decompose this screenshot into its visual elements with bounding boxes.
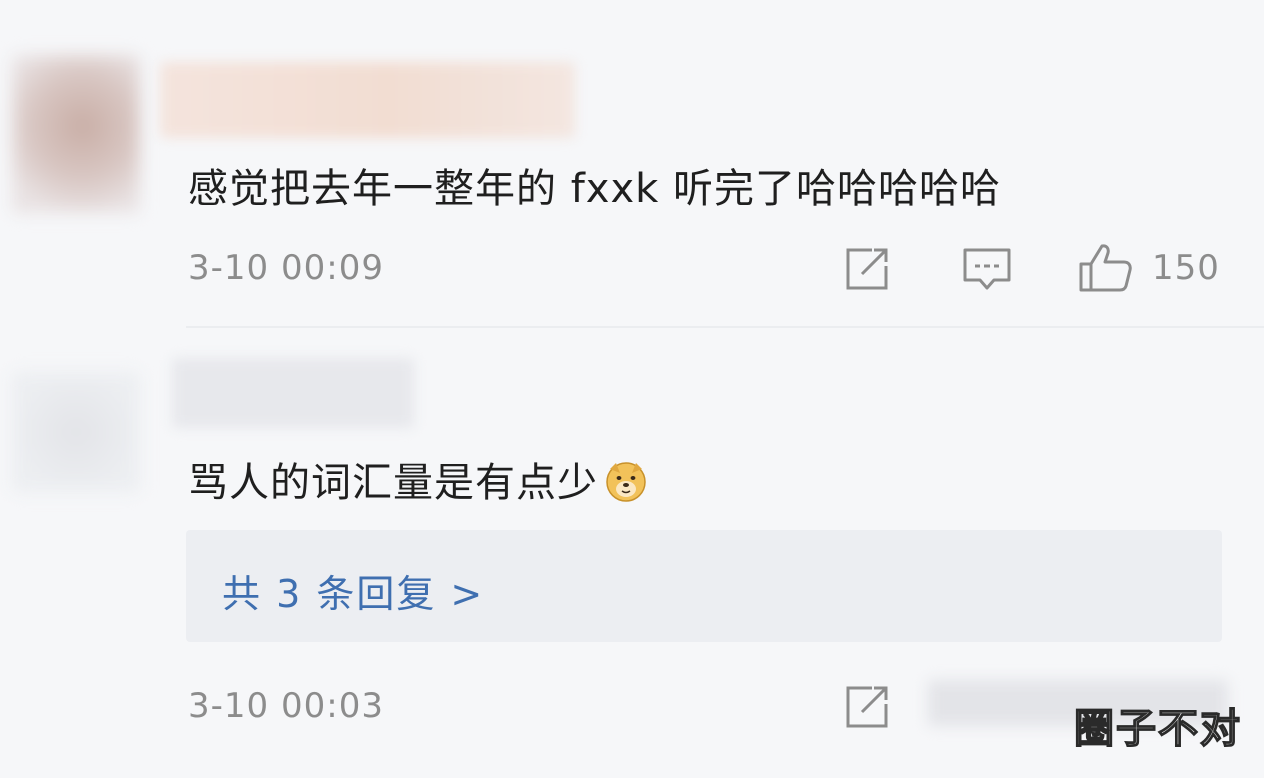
comment-text: 骂人的词汇量是有点少 [188,450,648,508]
avatar[interactable] [12,372,140,492]
comment-text-content: 骂人的词汇量是有点少 [188,460,598,506]
replies-box: 共 3 条回复 > [186,530,1222,642]
comment-item: 感觉把去年一整年的 fxxk 听完了哈哈哈哈哈 3-10 00:09 150 [0,0,1264,330]
thumbs-up-icon [1079,244,1132,292]
like-count: 150 [1152,248,1220,288]
comment-icon [963,248,1011,290]
avatar[interactable] [12,55,140,213]
share-button[interactable] [844,246,892,292]
share-icon [846,248,888,290]
comment-timestamp: 3-10 00:09 [188,248,384,288]
comment-text: 感觉把去年一整年的 fxxk 听完了哈哈哈哈哈 [188,166,1002,212]
comment-button[interactable] [962,246,1012,294]
comment-timestamp: 3-10 00:03 [188,686,384,726]
username-redacted[interactable] [160,62,575,138]
share-icon [846,686,888,728]
like-button[interactable]: 150 [1078,242,1220,294]
share-button[interactable] [844,684,892,730]
doge-emoji-icon [606,462,646,502]
view-replies-link[interactable]: 共 3 条回复 > [222,563,484,618]
divider [186,326,1264,328]
username-redacted[interactable] [172,358,414,428]
watermark: 圈子不对 [1073,705,1242,753]
